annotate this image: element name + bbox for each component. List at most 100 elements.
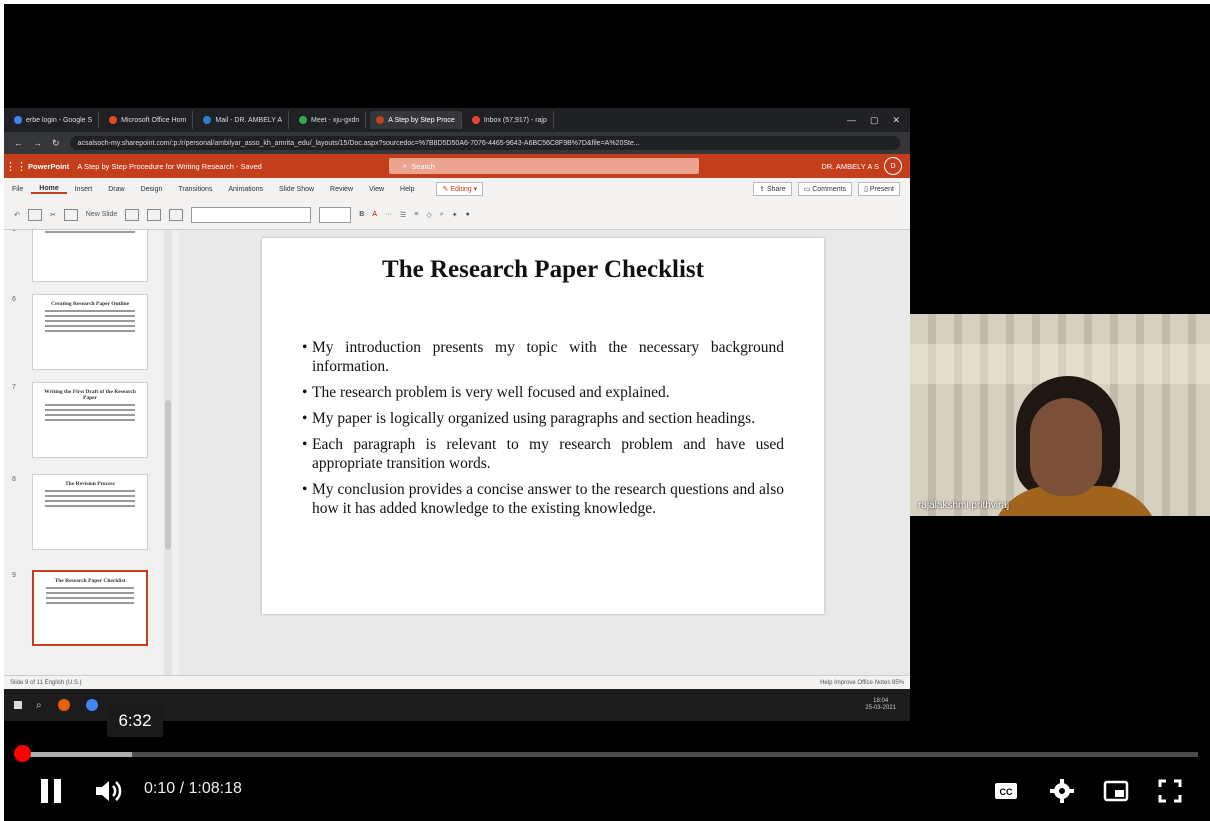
tab-favicon-icon <box>14 116 22 124</box>
browser-tab[interactable]: Meet - xju-gxdn <box>293 111 367 129</box>
slide-thumbnail[interactable]: Creating Research Paper Outline <box>32 294 148 370</box>
slide-thumbnail[interactable]: Writing the First Draft of the Research … <box>32 382 148 458</box>
tab-insert[interactable]: Insert <box>67 186 101 193</box>
tab-favicon-icon <box>109 116 118 124</box>
player-controls: 0:10 / 1:08:18 CC <box>4 767 1210 815</box>
current-slide[interactable]: The Research Paper Checklist My introduc… <box>262 238 824 614</box>
find-icon[interactable]: ⌕ <box>440 211 444 219</box>
new-slide-button[interactable]: New Slide <box>86 211 118 218</box>
pencil-icon: ✎ <box>442 186 449 193</box>
view-controls[interactable]: Help Improve Office Notes 85% <box>820 680 904 686</box>
bullets-icon[interactable]: ☰ <box>400 211 406 219</box>
designer-icon[interactable]: ✦ <box>452 211 458 219</box>
slide-bullet: My paper is logically organized using pa… <box>302 409 784 428</box>
screen-share: erbe login - Google S Microsoft Office H… <box>4 108 910 721</box>
search-input[interactable]: ⌕ Search <box>389 158 699 174</box>
tab-design[interactable]: Design <box>133 186 171 193</box>
url-field[interactable]: acsalsoch-my.sharepoint.com/:p:/r/person… <box>69 136 900 150</box>
reset-icon[interactable] <box>169 208 184 221</box>
present-icon: ▯ <box>864 186 868 193</box>
chrome-icon[interactable] <box>85 699 98 711</box>
slide-status: Slide 9 of 11 English (U.S.) <box>10 679 82 686</box>
font-name-select[interactable] <box>191 206 312 223</box>
window-controls: — ▢ ✕ <box>847 115 910 126</box>
slide-bullet: My introduction presents my topic with t… <box>302 338 784 376</box>
app-name: PowerPoint <box>28 161 70 171</box>
settings-gear-icon[interactable] <box>1048 777 1076 805</box>
user-account[interactable]: DR. AMBELY A SD <box>821 157 902 175</box>
share-button[interactable]: ⇪ Share <box>753 182 792 196</box>
close-icon[interactable]: ✕ <box>892 115 900 126</box>
comment-icon: ▭ <box>803 186 811 193</box>
paste-icon[interactable] <box>27 208 42 221</box>
slide-thumbnail[interactable]: The Revision Process <box>32 474 148 550</box>
browser-tab-bar: erbe login - Google S Microsoft Office H… <box>4 108 910 132</box>
system-tray-clock[interactable]: 18:04 25-03-2021 <box>865 698 896 712</box>
cut-icon[interactable]: ✂ <box>50 211 56 219</box>
browser-tab[interactable]: Mail - DR. AMBELY A <box>197 111 290 129</box>
editing-mode-button[interactable]: ✎ Editing ▾ <box>436 182 484 196</box>
fullscreen-icon[interactable] <box>1156 777 1184 805</box>
mic-icon[interactable]: ● <box>466 211 470 218</box>
forward-icon[interactable]: → <box>33 138 42 149</box>
tab-draw[interactable]: Draw <box>100 186 132 193</box>
font-color-icon[interactable]: A <box>372 211 377 218</box>
share-icon: ⇪ <box>759 186 765 193</box>
slide-thumbnail[interactable] <box>32 230 148 282</box>
minimize-icon[interactable]: — <box>847 115 856 126</box>
new-slide-icon[interactable] <box>63 208 78 221</box>
document-title[interactable]: A Step by Step Procedure for Writing Res… <box>77 162 262 171</box>
video-player[interactable]: erbe login - Google S Microsoft Office H… <box>4 4 1210 821</box>
browser-tab[interactable]: erbe login - Google S <box>8 111 100 129</box>
avatar: D <box>884 157 902 175</box>
app-launcher-icon[interactable]: ⋮⋮ <box>4 160 28 173</box>
shapes-icon[interactable]: ◇ <box>426 211 431 219</box>
ribbon-toolbar: ↶ ✂ New Slide B A ··· ☰ ≡ ◇ ⌕ ✦ ● <box>4 200 910 230</box>
browser-tab[interactable]: Inbox (57,917) - rajp <box>466 111 554 129</box>
slide-thumbnail-selected[interactable]: The Research Paper Checklist <box>32 570 148 646</box>
tab-file[interactable]: File <box>4 186 31 193</box>
maximize-icon[interactable]: ▢ <box>870 115 879 126</box>
tab-view[interactable]: View <box>361 186 392 193</box>
tab-slide-show[interactable]: Slide Show <box>271 186 322 193</box>
bold-icon[interactable]: B <box>359 211 364 218</box>
tab-animations[interactable]: Animations <box>220 186 271 193</box>
undo-icon[interactable]: ↶ <box>14 211 20 219</box>
comments-button[interactable]: ▭ Comments <box>797 182 853 196</box>
back-icon[interactable]: ← <box>14 138 23 149</box>
layout-icon[interactable] <box>125 208 140 221</box>
firefox-icon[interactable] <box>57 699 70 711</box>
present-button[interactable]: ▯ Present <box>858 182 900 196</box>
align-icon[interactable]: ≡ <box>414 211 418 218</box>
browser-tab-active[interactable]: A Step by Step Proce <box>370 111 462 129</box>
tab-favicon-icon <box>471 116 480 124</box>
tab-review[interactable]: Review <box>322 186 361 193</box>
address-bar: ← → ↻ acsalsoch-my.sharepoint.com/:p:/r/pe… <box>4 132 910 154</box>
tab-home[interactable]: Home <box>31 185 67 194</box>
miniplayer-icon[interactable] <box>1102 777 1130 805</box>
reload-icon[interactable]: ↻ <box>52 138 60 149</box>
participant-name: rajalakshmi prithviraj <box>918 500 1010 511</box>
tab-help[interactable]: Help <box>392 186 422 193</box>
slide-bullet: The research problem is very well focuse… <box>302 383 784 402</box>
captions-icon[interactable]: CC <box>992 777 1020 805</box>
svg-text:CC: CC <box>1000 787 1013 797</box>
thumbnail-scrollbar[interactable] <box>164 230 172 675</box>
scrubber-handle[interactable] <box>14 745 31 762</box>
slide-canvas: The Research Paper Checklist My introduc… <box>178 230 910 675</box>
section-icon[interactable] <box>147 208 162 221</box>
pause-button[interactable] <box>40 779 64 803</box>
progress-bar[interactable] <box>20 752 1198 757</box>
slide-thumbnail-pane: 5 6 Creating Research Paper Outline 7 Wr… <box>4 230 178 675</box>
windows-start-icon[interactable] <box>14 701 22 709</box>
slide-title: The Research Paper Checklist <box>382 256 704 283</box>
font-size-select[interactable] <box>319 206 352 223</box>
search-icon[interactable]: ⌕ <box>36 700 42 711</box>
scrollbar-thumb[interactable] <box>165 400 171 550</box>
pause-icon <box>41 779 48 803</box>
tab-transitions[interactable]: Transitions <box>170 186 220 193</box>
browser-tab[interactable]: Microsoft Office Hom <box>103 111 194 129</box>
more-icon[interactable]: ··· <box>385 211 392 218</box>
volume-icon[interactable] <box>94 779 124 803</box>
scrub-preview-time: 6:32 <box>107 705 163 737</box>
